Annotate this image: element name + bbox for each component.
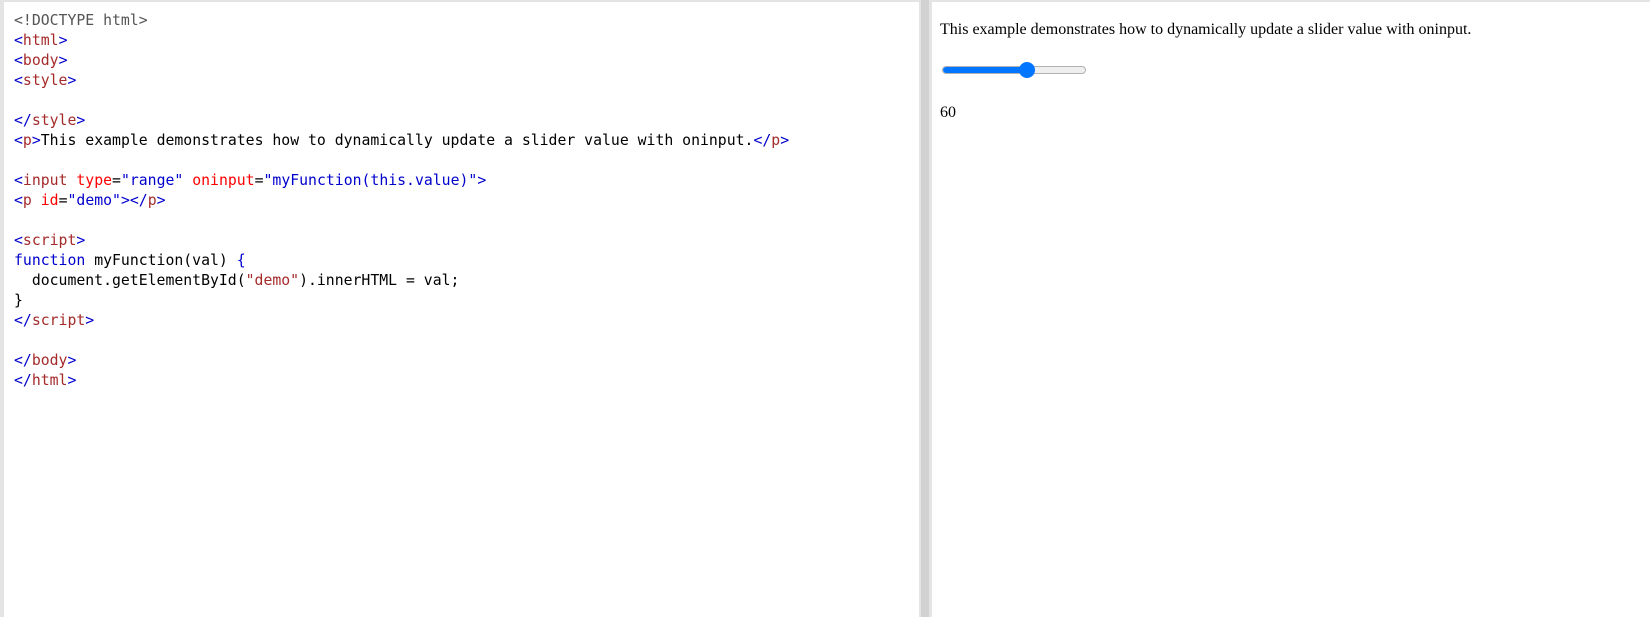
range-slider[interactable]	[942, 60, 1086, 80]
code-line: <script>	[14, 231, 789, 251]
code-token: </	[14, 352, 32, 369]
code-token: style	[22, 72, 68, 89]
code-token: oninput	[192, 172, 255, 189]
code-line: </html>	[14, 371, 789, 391]
code-token: id	[40, 192, 59, 209]
code-token: style	[31, 112, 77, 129]
code-token: }	[14, 292, 23, 309]
code-token: >	[31, 132, 41, 149]
result-preview-pane: This example demonstrates how to dynamic…	[932, 2, 1650, 617]
code-token: =	[112, 172, 121, 189]
code-token: "demo"	[245, 272, 300, 289]
code-line: </style>	[14, 111, 789, 131]
code-line: document.getElementById("demo").innerHTM…	[14, 271, 789, 291]
code-token: =	[254, 172, 264, 189]
preview-paragraph: This example demonstrates how to dynamic…	[940, 21, 1472, 38]
code-token: ></	[120, 192, 148, 209]
code-token: function	[14, 252, 86, 269]
pane-splitter[interactable]	[919, 0, 932, 617]
code-token: >	[67, 352, 77, 369]
code-token: </	[14, 112, 32, 129]
splitter-grip[interactable]	[921, 0, 929, 617]
code-token: p	[22, 192, 32, 209]
code-token: >	[477, 172, 487, 189]
code-token: <	[14, 132, 23, 149]
code-token: >	[76, 232, 86, 249]
code-token: >	[85, 312, 95, 329]
code-token: >	[58, 52, 68, 69]
code-token: body	[22, 52, 59, 69]
code-line: <!DOCTYPE html>	[14, 11, 789, 31]
code-token: {	[236, 252, 246, 269]
code-token: <	[14, 72, 23, 89]
code-token: ).innerHTML = val;	[299, 272, 460, 289]
code-line: <body>	[14, 51, 789, 71]
code-line: function myFunction(val) {	[14, 251, 789, 271]
code-token: </	[14, 312, 32, 329]
code-token: </	[753, 132, 772, 149]
code-token: <	[14, 192, 23, 209]
code-token: "range"	[120, 172, 184, 189]
slider-fill	[943, 67, 1028, 73]
code-line: <p>This example demonstrates how to dyna…	[14, 131, 789, 151]
code-token: <!DOCTYPE html>	[14, 12, 148, 29]
code-token: script	[22, 232, 77, 249]
code-token: >	[76, 112, 86, 129]
code-token: <	[14, 172, 23, 189]
code-token: <	[14, 232, 23, 249]
code-token: >	[780, 132, 790, 149]
code-token: html	[31, 372, 68, 389]
tryit-workspace: <!DOCTYPE html> <html> <body> <style> </styl…	[0, 0, 1650, 617]
code-line: <style>	[14, 71, 789, 91]
code-token: document.getElementById(	[14, 272, 246, 289]
slider-track[interactable]	[942, 66, 1086, 74]
code-token: p	[771, 132, 781, 149]
code-token: <	[14, 52, 23, 69]
code-token: "demo"	[67, 192, 121, 209]
code-line: </body>	[14, 351, 789, 371]
code-line: <input type="range" oninput="myFunction(…	[14, 171, 789, 191]
code-token: p	[147, 192, 157, 209]
code-token: <	[14, 32, 23, 49]
code-editor[interactable]: <!DOCTYPE html> <html> <body> <style> </styl…	[14, 11, 789, 391]
code-token: >	[58, 32, 68, 49]
code-line: <p id="demo"></p>	[14, 191, 789, 211]
code-token: "myFunction(this.value)"	[263, 172, 478, 189]
slider-thumb[interactable]	[1018, 62, 1035, 78]
code-line: }	[14, 291, 789, 311]
code-token: body	[31, 352, 68, 369]
code-token: html	[22, 32, 59, 49]
demo-output: 60	[940, 104, 956, 121]
code-token: input	[22, 172, 68, 189]
code-editor-pane[interactable]: <!DOCTYPE html> <html> <body> <style> </styl…	[4, 2, 919, 617]
code-line: <html>	[14, 31, 789, 51]
code-token: script	[31, 312, 86, 329]
code-token: type	[76, 172, 113, 189]
code-token: </	[14, 372, 32, 389]
code-token: >	[67, 372, 77, 389]
code-token: p	[22, 132, 32, 149]
code-line: </script>	[14, 311, 789, 331]
code-token: >	[67, 72, 77, 89]
code-token: >	[156, 192, 166, 209]
code-token: =	[58, 192, 68, 209]
code-token: This example demonstrates how to dynamic…	[40, 132, 754, 149]
code-token: myFunction(val)	[85, 252, 237, 269]
